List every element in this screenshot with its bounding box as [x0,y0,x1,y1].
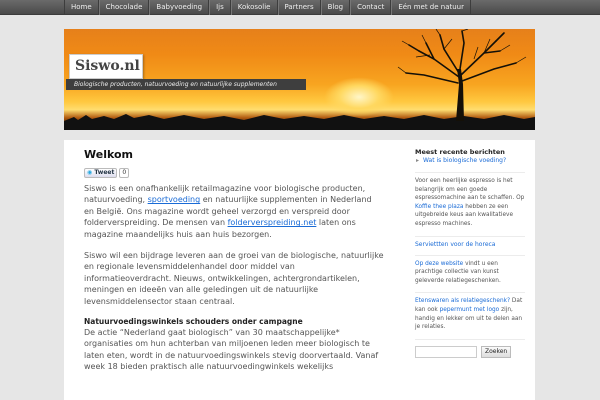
tweet-count: 0 [119,168,130,178]
mission-paragraph: Siswo wil een bijdrage leveren aan de gr… [84,251,384,306]
pepermunt-link[interactable]: pepermunt met logo [440,307,500,313]
espresso-text-a: Voor een heerlijke espresso is het belan… [415,178,525,202]
site-tagline: Biologische producten, natuurvoeding en … [66,79,306,90]
twitter-bird-icon: ◉ [87,169,93,176]
nav-item[interactable]: Partners [277,0,321,15]
campaign-paragraph: De actie “Nederland gaat biologisch” van… [84,328,379,372]
nav-item[interactable]: Kokosolie [230,0,278,15]
social-share: ◉ Tweet 0 [84,168,384,178]
search-form: Zoeken [415,338,525,358]
tweet-button[interactable]: ◉ Tweet [84,168,118,178]
nav-item[interactable]: Home [64,0,99,15]
nav-item[interactable]: Chocolade [98,0,150,15]
etenswaren-link[interactable]: Etenswaren als relatiegeschenk? [415,298,510,304]
nav-item[interactable]: Blog [320,0,351,15]
op-deze-website-link[interactable]: Op deze website [415,261,463,267]
top-navigation: Home Chocolade Babyvoeding Ijs Kokosolie Part… [0,0,600,15]
article-subheading: Natuurvoedingswinkels schouders onder ca… [84,317,303,327]
servietten-link[interactable]: Serviettten voor de horeca [415,235,525,248]
pepermunt-widget: Etenswaren als relatiegeschenk? Dat kan … [415,292,525,331]
sportvoeding-link[interactable]: sportvoeding [148,195,201,204]
recent-post-link[interactable]: Wat is biologische voeding? [415,157,525,164]
site-logo[interactable]: Siswo.nl [69,54,143,79]
intro-paragraph: Siswo is een onafhankelijk retailmagazin… [84,183,384,240]
content-page: Welkom ◉ Tweet 0 Siswo is een onafhankel… [64,140,535,400]
sidebar: Meest recente berichten Wat is biologisc… [415,148,525,358]
tweet-label: Tweet [94,169,115,176]
koffie-thee-plaza-link[interactable]: Koffie thee plaza [415,204,463,210]
site-title[interactable]: Siswo.nl [70,55,142,78]
nav-item[interactable]: Eén met de natuur [391,0,471,15]
search-input[interactable] [415,345,477,358]
nav-item[interactable]: Babyvoeding [149,0,210,15]
main-content: Welkom ◉ Tweet 0 Siswo is een onafhankel… [84,148,384,383]
espresso-widget: Voor een heerlijke espresso is het belan… [415,172,525,229]
nav-list: Home Chocolade Babyvoeding Ijs Kokosolie Part… [64,0,600,15]
page-title: Welkom [84,148,134,161]
nav-item[interactable]: Contact [350,0,392,15]
search-button[interactable]: Zoeken [481,345,512,358]
nav-item[interactable]: Ijs [209,0,231,15]
folderverspreiding-link[interactable]: folderverspreiding.net [228,218,317,227]
recent-posts-heading: Meest recente berichten [415,148,505,156]
relatiegeschenken-widget: Op deze website vindt u een prachtige co… [415,254,525,286]
